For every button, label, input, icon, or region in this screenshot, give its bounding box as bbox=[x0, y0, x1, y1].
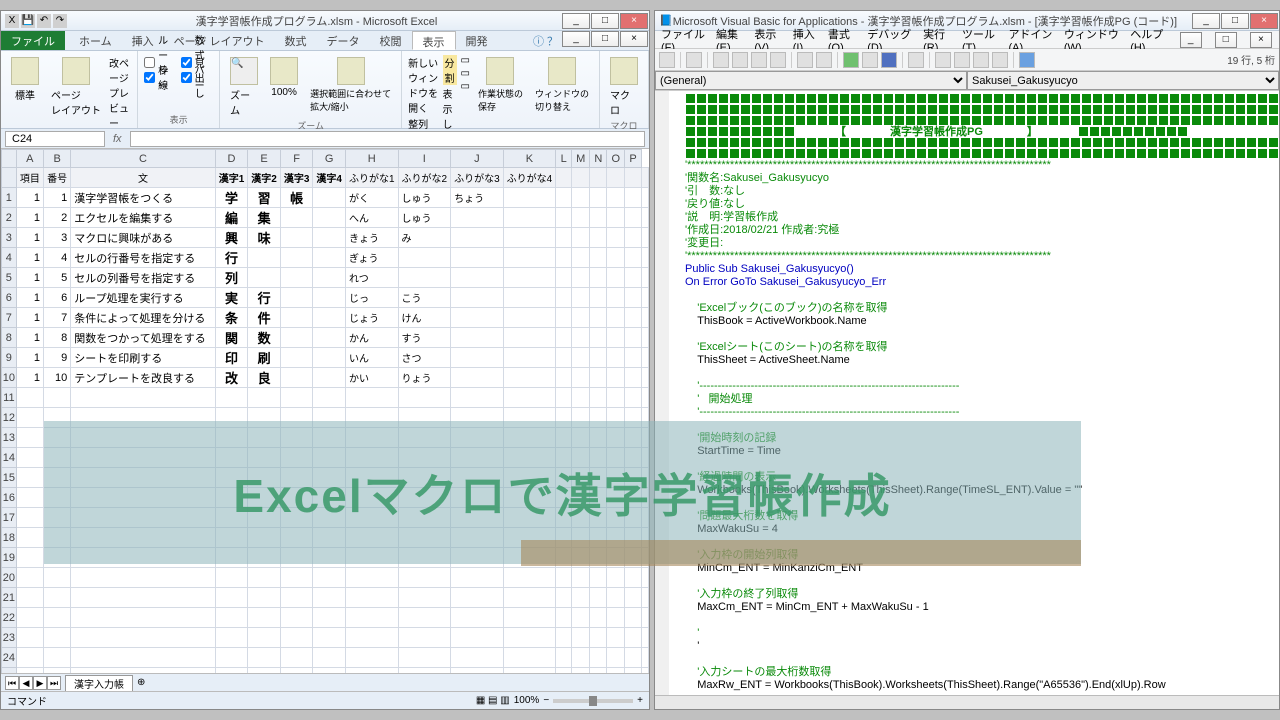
ribbon-tabs: ファイル ホーム 挿入 ページ レイアウト 数式 データ 校閲 表示 開発 ⓘ … bbox=[1, 31, 649, 51]
vbe-doc-window-button[interactable]: □ bbox=[1215, 32, 1237, 48]
vbe-help-icon[interactable] bbox=[1019, 52, 1035, 68]
compare-icon[interactable]: ▭ bbox=[461, 55, 470, 66]
zoom-in-button[interactable]: + bbox=[637, 695, 643, 706]
zoom100-button[interactable]: 100% bbox=[266, 55, 302, 100]
excel-titlebar: X 💾 ↶ ↷ 漢字学習帳作成プログラム.xlsm - Microsoft Ex… bbox=[1, 11, 649, 31]
switch-window-button[interactable]: ウィンドウの 切り替え bbox=[531, 55, 593, 115]
maximize-button[interactable]: □ bbox=[591, 13, 619, 29]
sheet-tab-bar: ⏮ ◀ ▶ ⏭ 漢字入力帳 ⊕ bbox=[1, 673, 649, 691]
vbe-properties-icon[interactable] bbox=[954, 52, 970, 68]
sync-scroll-icon[interactable]: ▭ bbox=[461, 68, 470, 79]
group-label-show: 表示 bbox=[144, 113, 213, 126]
tab-dev[interactable]: 開発 bbox=[456, 31, 498, 50]
tab-nav-last[interactable]: ⏭ bbox=[47, 676, 61, 690]
minimize-button[interactable]: _ bbox=[562, 13, 590, 29]
workbook-restore-button[interactable]: □ bbox=[591, 31, 619, 47]
undo-icon[interactable]: ↶ bbox=[37, 14, 51, 28]
vbe-break-icon[interactable] bbox=[862, 52, 878, 68]
zoom-value: 100% bbox=[514, 695, 540, 706]
close-button[interactable]: × bbox=[620, 13, 648, 29]
vbe-combo-bar: (General) Sakusei_Gakusyucyo bbox=[655, 71, 1279, 91]
vbe-explorer-icon[interactable] bbox=[935, 52, 951, 68]
tab-nav-next[interactable]: ▶ bbox=[33, 676, 47, 690]
vbe-view-excel-icon[interactable] bbox=[659, 52, 675, 68]
status-bar: コマンド ▦ ▤ ▥ 100% − + bbox=[1, 691, 649, 709]
workbook-min-button[interactable]: _ bbox=[562, 31, 590, 47]
zoom-out-button[interactable]: − bbox=[543, 695, 549, 706]
view-pagebreak-button[interactable]: 改ページ プレビュー bbox=[109, 55, 131, 130]
workbook-close-button[interactable]: × bbox=[620, 31, 648, 47]
tab-formula[interactable]: 数式 bbox=[275, 31, 317, 50]
vbe-maximize-button[interactable]: □ bbox=[1221, 13, 1249, 29]
name-box[interactable]: C24 bbox=[5, 131, 105, 147]
macro-button[interactable]: マクロ bbox=[606, 55, 642, 119]
split-button[interactable]: 分割 bbox=[443, 55, 457, 85]
vbe-cursor-position: 19 行, 5 桁 bbox=[1227, 52, 1275, 67]
redo-icon[interactable]: ↷ bbox=[53, 14, 67, 28]
vbe-find-icon[interactable] bbox=[770, 52, 786, 68]
excel-window-title: 漢字学習帳作成プログラム.xlsm - Microsoft Excel bbox=[71, 13, 562, 29]
spreadsheet-grid[interactable]: ABCDEFGHIJKLMNOP項目番号文漢字1漢字2漢字3漢字4ふりがな1ふり… bbox=[1, 149, 649, 673]
vbe-object-combo[interactable]: (General) bbox=[655, 71, 967, 90]
ribbon-help-icon[interactable]: ⓘ ？ bbox=[529, 31, 562, 50]
tab-nav-prev[interactable]: ◀ bbox=[19, 676, 33, 690]
new-window-button[interactable]: 新しいウィンドウを開く bbox=[408, 55, 438, 115]
video-overlay-underline bbox=[521, 540, 1081, 566]
sheet-tab[interactable]: 漢字入力帳 bbox=[65, 675, 133, 691]
formula-bar: C24 fx bbox=[1, 129, 649, 149]
vbe-undo-icon[interactable] bbox=[797, 52, 813, 68]
view-mode-icons[interactable]: ▦ ▤ ▥ bbox=[476, 695, 510, 706]
vbe-design-icon[interactable] bbox=[908, 52, 924, 68]
save-workspace-button[interactable]: 作業状態の 保存 bbox=[474, 55, 527, 115]
tab-view[interactable]: 表示 bbox=[412, 31, 456, 50]
vbe-proc-combo[interactable]: Sakusei_Gakusyucyo bbox=[967, 71, 1279, 90]
tab-layout[interactable]: ページ レイアウト bbox=[164, 31, 275, 50]
vbe-hscrollbar[interactable] bbox=[655, 695, 1279, 709]
vbe-doc-window-button[interactable]: × bbox=[1250, 32, 1272, 48]
view-normal-button[interactable]: 標準 bbox=[7, 55, 43, 104]
vbe-run-icon[interactable] bbox=[843, 52, 859, 68]
vbe-reset-icon[interactable] bbox=[881, 52, 897, 68]
vbe-redo-icon[interactable] bbox=[816, 52, 832, 68]
vbe-toolbox-icon[interactable] bbox=[992, 52, 1008, 68]
vbe-minimize-button[interactable]: _ bbox=[1192, 13, 1220, 29]
vbe-browser-icon[interactable] bbox=[973, 52, 989, 68]
status-text: コマンド bbox=[7, 693, 47, 708]
vbe-doc-window-button[interactable]: _ bbox=[1180, 32, 1202, 48]
view-pagelayout-button[interactable]: ページ レイアウト bbox=[47, 55, 105, 119]
vbe-copy-icon[interactable] bbox=[732, 52, 748, 68]
vbe-code-pane[interactable]: 【 漢字学習帳作成PG 】 '*************************… bbox=[655, 91, 1279, 695]
vbe-window: 📘 Microsoft Visual Basic for Application… bbox=[654, 10, 1280, 710]
vbe-save-icon[interactable] bbox=[686, 52, 702, 68]
formula-input[interactable] bbox=[130, 131, 645, 147]
tab-file[interactable]: ファイル bbox=[1, 31, 65, 50]
zoom-selection-button[interactable]: 選択範囲に合わせて 拡大/縮小 bbox=[306, 55, 395, 115]
save-icon[interactable]: 💾 bbox=[21, 14, 35, 28]
vbe-toolbar: 19 行, 5 桁 bbox=[655, 49, 1279, 71]
tab-review[interactable]: 校閲 bbox=[370, 31, 412, 50]
vbe-cut-icon[interactable] bbox=[713, 52, 729, 68]
new-sheet-button[interactable]: ⊕ bbox=[137, 677, 145, 688]
grid-checkbox[interactable]: 枠線 bbox=[144, 70, 176, 84]
tab-data[interactable]: データ bbox=[317, 31, 370, 50]
tab-home[interactable]: ホーム bbox=[69, 31, 122, 50]
excel-window: X 💾 ↶ ↷ 漢字学習帳作成プログラム.xlsm - Microsoft Ex… bbox=[0, 10, 650, 710]
overlay-title: Excelマクロで漢字学習帳作成 bbox=[233, 460, 891, 526]
reset-pos-icon[interactable]: ▭ bbox=[461, 81, 470, 92]
zoom-slider[interactable] bbox=[553, 699, 633, 703]
vbe-paste-icon[interactable] bbox=[751, 52, 767, 68]
vbe-close-button[interactable]: × bbox=[1250, 13, 1278, 29]
heading-checkbox[interactable]: 見出し bbox=[181, 70, 213, 84]
fx-icon[interactable]: fx bbox=[113, 133, 122, 145]
vbe-menu-bar: ファイル(F)編集(E)表示(V)挿入(I)書式(O)デバッグ(D)実行(R)ツ… bbox=[655, 31, 1279, 49]
ribbon: 標準 ページ レイアウト 改ページ プレビュー ユーザー設定のビュー 全画面表示… bbox=[1, 51, 649, 129]
excel-icon: X bbox=[5, 14, 19, 28]
zoom-button[interactable]: 🔍ズーム bbox=[226, 55, 262, 119]
tab-nav-first[interactable]: ⏮ bbox=[5, 676, 19, 690]
